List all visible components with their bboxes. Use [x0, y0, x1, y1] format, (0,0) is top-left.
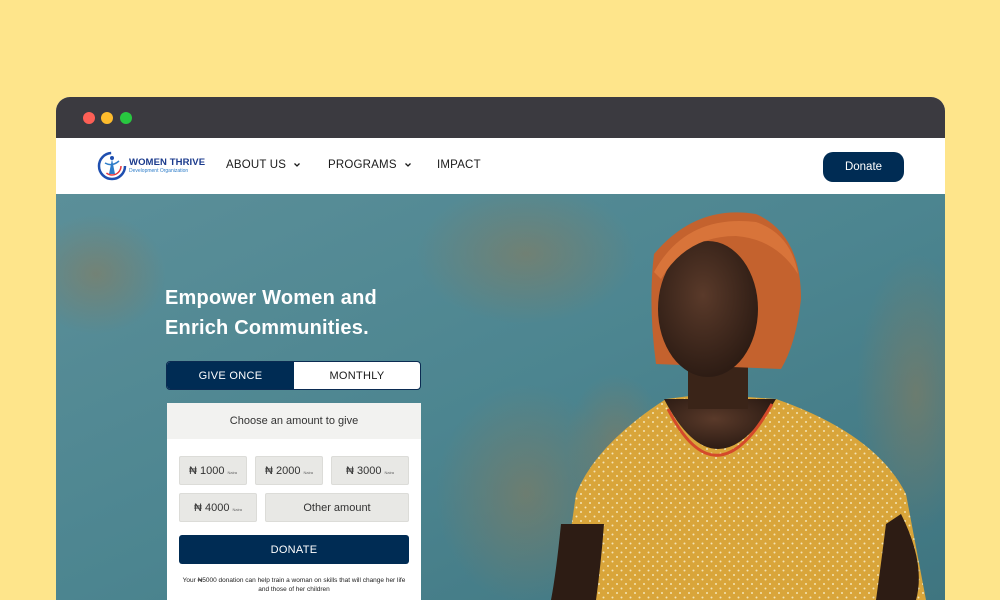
hero-headline-line-2: Enrich Communities. [165, 317, 369, 339]
nav-about-us-label: ABOUT US [226, 159, 287, 171]
tab-give-once[interactable]: GIVE ONCE [167, 362, 294, 389]
nav-impact-label: IMPACT [437, 159, 481, 171]
donation-prompt: Choose an amount to give [167, 403, 421, 439]
site-logo[interactable]: WOMEN THRIVE Development Organization [96, 150, 205, 182]
amount-option-2000[interactable]: ₦ 2000 Naira [255, 456, 323, 485]
hero-section: Empower Women and Enrich Communities. GI… [56, 194, 945, 600]
nav-about-us[interactable]: ABOUT US [226, 159, 301, 171]
tab-monthly[interactable]: MONTHLY [294, 362, 420, 389]
amount-label: ₦ 1000 [188, 464, 225, 477]
maximize-window-icon[interactable] [120, 112, 132, 124]
amount-option-3000[interactable]: ₦ 3000 Naira [331, 456, 409, 485]
amount-unit: Naira [232, 507, 243, 512]
nav-donate-button[interactable]: Donate [823, 152, 904, 182]
nav-programs[interactable]: PROGRAMS [328, 159, 412, 171]
chevron-down-icon [404, 163, 411, 167]
amount-option-1000[interactable]: ₦ 1000 Naira [179, 456, 247, 485]
nav-impact[interactable]: IMPACT [437, 159, 481, 171]
hero-headline: Empower Women and Enrich Communities. [165, 283, 425, 343]
women-thrive-logo-icon [97, 151, 127, 181]
minimize-window-icon[interactable] [101, 112, 113, 124]
donation-card: Choose an amount to give ₦ 1000 Naira ₦ … [167, 403, 421, 600]
site-navbar: WOMEN THRIVE Development Organization AB… [56, 138, 945, 194]
amount-unit: Naira [303, 470, 314, 475]
amount-label: ₦ 2000 [264, 464, 301, 477]
window-titlebar [56, 97, 945, 138]
amount-label: ₦ 4000 [193, 501, 230, 514]
amount-option-4000[interactable]: ₦ 4000 Naira [179, 493, 257, 522]
donate-submit-button[interactable]: DONATE [179, 535, 409, 564]
donation-frequency-tabs: GIVE ONCE MONTHLY [166, 361, 421, 390]
chevron-down-icon [294, 163, 301, 167]
logo-title: WOMEN THRIVE [129, 157, 206, 168]
close-window-icon[interactable] [83, 112, 95, 124]
other-amount-field[interactable]: Other amount [265, 493, 409, 522]
donation-impact-note: Your ₦5000 donation can help train a wom… [182, 577, 406, 593]
logo-subtitle: Development Organization [129, 168, 189, 174]
nav-programs-label: PROGRAMS [328, 159, 397, 171]
amount-unit: Naira [384, 470, 395, 475]
hero-headline-line-1: Empower Women and [165, 287, 377, 309]
browser-window: WOMEN THRIVE Development Organization AB… [56, 97, 945, 600]
amount-unit: Naira [227, 470, 238, 475]
amount-label: ₦ 3000 [345, 464, 382, 477]
